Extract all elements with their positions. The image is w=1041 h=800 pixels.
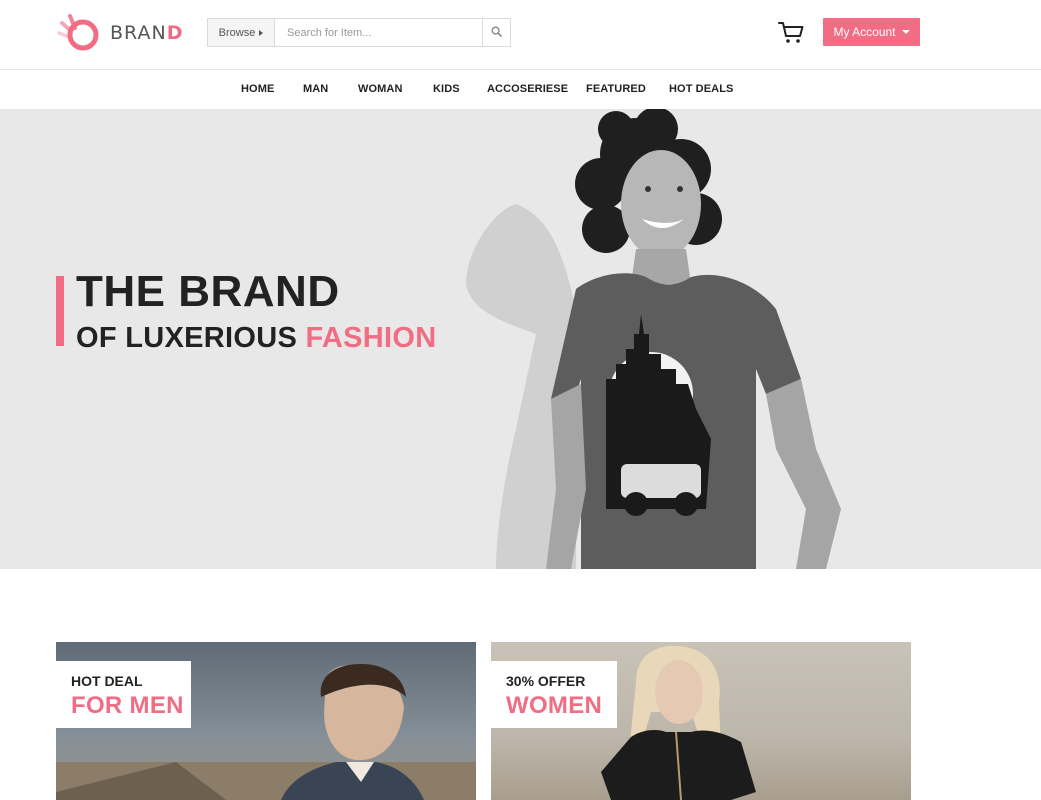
promo-women-heading: WOMEN [506, 692, 603, 719]
caret-down-icon [901, 30, 910, 34]
hero-title: THE BRAND [76, 267, 340, 316]
my-account-label: My Account [833, 25, 896, 39]
search-bar: Browse [207, 18, 511, 47]
promo-men-heading: FOR MEN [71, 692, 184, 719]
hero-accent-bar [56, 276, 64, 346]
nav-item-kids[interactable]: KIDS [433, 83, 460, 95]
nav-item-man[interactable]: MAN [303, 83, 328, 95]
brand-name: BRAND [110, 22, 184, 44]
promo-card-women[interactable]: 30% OFFER WOMEN [491, 642, 911, 800]
browse-label: Browse [218, 26, 256, 39]
caret-right-icon [259, 29, 264, 36]
promo-women-label: 30% OFFER WOMEN [491, 661, 617, 728]
nav-item-hot-deals[interactable]: HOT DEALS [669, 83, 733, 95]
search-icon [491, 24, 502, 42]
brand-b-logo-icon [56, 13, 102, 53]
my-account-button[interactable]: My Account [823, 18, 920, 46]
promo-men-label: HOT DEAL FOR MEN [56, 661, 191, 728]
site-header: BRAND Browse My Account [0, 0, 1041, 70]
brand-logo[interactable]: BRAND [56, 13, 183, 53]
browse-dropdown[interactable]: Browse [208, 19, 275, 46]
cart-icon [777, 22, 805, 49]
nav-item-woman[interactable]: WOMAN [358, 83, 403, 95]
hero-model-image [456, 109, 876, 569]
nav-item-featured[interactable]: FEATURED [586, 83, 646, 95]
promo-men-kicker: HOT DEAL [71, 673, 143, 689]
promo-card-men[interactable]: HOT DEAL FOR MEN [56, 642, 476, 800]
main-nav: HOME MAN WOMAN KIDS ACCOSERIESE FEATURED… [0, 71, 1041, 109]
promo-women-kicker: 30% OFFER [506, 673, 586, 689]
hero-subtitle: OF LUXERIOUS FASHION [76, 322, 437, 354]
cart-button[interactable] [777, 19, 805, 45]
nav-item-home[interactable]: HOME [241, 83, 274, 95]
search-input[interactable] [275, 19, 482, 46]
search-button[interactable] [482, 19, 510, 46]
hero-banner: THE BRAND OF LUXERIOUS FASHION [0, 109, 1041, 569]
nav-item-accessories[interactable]: ACCOSERIESE [487, 83, 568, 95]
